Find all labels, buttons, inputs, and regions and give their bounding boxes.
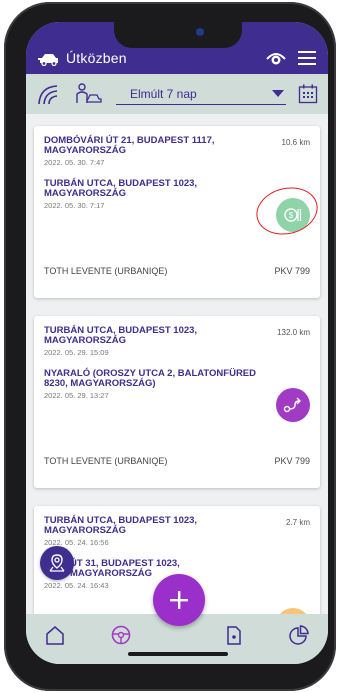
home-indicator — [128, 652, 228, 656]
driver-car-icon[interactable] — [74, 83, 102, 105]
plus-icon — [170, 591, 188, 609]
trip-footer: TOTH LEVENTE (URBANIQE) PKV 799 — [44, 266, 310, 276]
trip-start-time: 2022. 05. 30. 7:47 — [44, 158, 105, 167]
car-icon — [38, 54, 58, 66]
privacy-eye-icon[interactable] — [266, 50, 286, 66]
trip-card[interactable]: DOMBÓVÁRI ÚT 21, BUDAPEST 1117, MAGYAROR… — [34, 126, 323, 298]
trip-card[interactable]: TURBÁN UTCA, BUDAPEST 1023, MAGYARORSZÁG… — [34, 316, 320, 488]
tracking-signal-icon[interactable] — [36, 83, 60, 105]
trip-plate: PKV 799 — [274, 266, 310, 276]
trip-end-address: ÚT 31, BUDAPEST 1023, MAGYARORSZÁG — [70, 558, 180, 579]
trip-distance: 132.0 km — [277, 328, 310, 337]
trip-start-time: 2022. 05. 24. 16:56 — [44, 538, 109, 547]
document-pin-icon[interactable] — [223, 624, 245, 646]
trip-list: DOMBÓVÁRI ÚT 21, BUDAPEST 1117, MAGYAROR… — [26, 114, 328, 614]
trip-end-address: NYARALÓ (OROSZY UTCA 2, BALATONFÜRED 823… — [44, 368, 257, 389]
calendar-icon[interactable] — [298, 84, 318, 104]
route-icon — [283, 397, 301, 413]
hamburger-menu-icon[interactable] — [298, 50, 316, 66]
chevron-down-icon — [272, 90, 284, 97]
trip-start-address: TURBÁN UTCA, BUDAPEST 1023, MAGYARORSZÁG — [44, 325, 198, 346]
trip-end-address: TURBÁN UTCA, BUDAPEST 1023, MAGYARORSZÁG — [44, 178, 198, 199]
period-select[interactable]: Elmúlt 7 nap — [116, 83, 286, 105]
filter-bar: Elmúlt 7 nap — [26, 74, 328, 114]
add-trip-button[interactable] — [153, 574, 205, 626]
app-screen: Útközben Elmúlt 7 nap DOMBÓVÁRI ÚT 21, B… — [26, 22, 328, 664]
trip-plate: PKV 799 — [274, 456, 310, 466]
steering-wheel-icon[interactable] — [110, 624, 132, 646]
trip-end-time: 2022. 05. 29. 13:27 — [44, 391, 109, 400]
trip-start-address: TURBÁN UTCA, BUDAPEST 1023, MAGYARORSZÁG — [44, 515, 198, 536]
camera-dot — [196, 28, 204, 36]
trip-driver: TOTH LEVENTE (URBANIQE) — [44, 266, 168, 276]
annotation-circle — [251, 181, 323, 241]
notch — [114, 22, 242, 48]
map-pin-button[interactable] — [40, 546, 74, 580]
trip-driver: TOTH LEVENTE (URBANIQE) — [44, 456, 168, 466]
trip-type-badge[interactable] — [276, 388, 310, 422]
trip-start-address: DOMBÓVÁRI ÚT 21, BUDAPEST 1117, MAGYAROR… — [44, 135, 215, 156]
trip-distance: 2.7 km — [285, 518, 310, 527]
period-select-value: Elmúlt 7 nap — [130, 86, 197, 101]
trip-footer: TOTH LEVENTE (URBANIQE) PKV 799 — [44, 456, 310, 466]
trip-distance: 10.6 km — [281, 138, 310, 147]
home-icon[interactable] — [44, 624, 66, 646]
page-title: Útközben — [66, 50, 127, 66]
pie-chart-icon[interactable] — [288, 624, 310, 646]
map-pin-icon — [49, 554, 65, 572]
trip-start-time: 2022. 05. 29. 15:09 — [44, 348, 109, 357]
